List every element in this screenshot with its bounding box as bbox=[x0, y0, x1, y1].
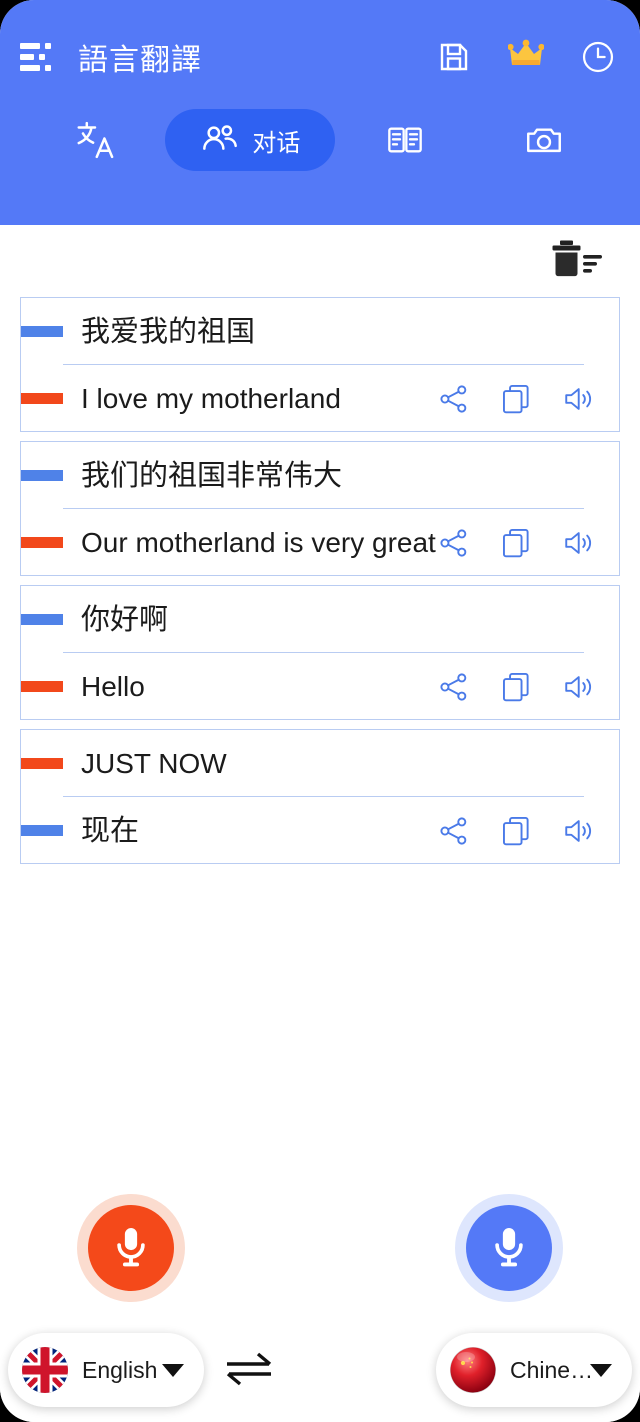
tab-conversation-label: 对话 bbox=[252, 129, 301, 157]
language-swatch-target bbox=[21, 757, 63, 769]
card-text-bottom: 现在 bbox=[81, 812, 140, 847]
language-selector-row: English Chine… bbox=[0, 1328, 640, 1412]
phone-screen: 語言翻譯 对话 我爱我的祖国 I love my motherland 我们的祖… bbox=[0, 0, 640, 1422]
target-language-label: Chine… bbox=[510, 1356, 590, 1383]
flag-uk-icon bbox=[22, 1347, 68, 1393]
app-header: 語言翻譯 对话 bbox=[0, 0, 640, 225]
speaker-icon[interactable] bbox=[561, 670, 597, 709]
language-swatch-target bbox=[21, 392, 63, 404]
language-swatch-source bbox=[21, 613, 63, 625]
speaker-icon[interactable] bbox=[561, 814, 597, 853]
tab-dictionary[interactable] bbox=[335, 109, 474, 171]
conversation-card[interactable]: JUST NOW 现在 bbox=[20, 729, 620, 864]
conversation-list: 我爱我的祖国 I love my motherland 我们的祖国非常伟大 Ou… bbox=[0, 297, 640, 864]
card-line-bottom: Hello bbox=[21, 653, 619, 719]
card-actions bbox=[437, 814, 597, 853]
trash-icon[interactable] bbox=[550, 237, 604, 286]
conversation-card[interactable]: 你好啊 Hello bbox=[20, 585, 620, 720]
share-icon[interactable] bbox=[437, 526, 471, 565]
language-swatch-target bbox=[21, 536, 63, 548]
card-text-bottom: I love my motherland bbox=[81, 382, 341, 414]
card-line-top: 你好啊 bbox=[21, 586, 619, 652]
card-line-top: 我们的祖国非常伟大 bbox=[21, 442, 619, 508]
crown-icon[interactable] bbox=[507, 39, 545, 75]
page-title: 語言翻譯 bbox=[78, 44, 202, 77]
speaker-icon[interactable] bbox=[561, 382, 597, 421]
share-icon[interactable] bbox=[437, 814, 471, 853]
header-actions bbox=[436, 39, 616, 75]
chevron-down-icon[interactable] bbox=[590, 1363, 612, 1377]
swap-languages-icon[interactable] bbox=[204, 1350, 294, 1390]
speaker-icon[interactable] bbox=[561, 526, 597, 565]
card-text-bottom: Our motherland is very great bbox=[81, 526, 436, 558]
share-icon[interactable] bbox=[437, 382, 471, 421]
card-actions bbox=[437, 526, 597, 565]
copy-icon[interactable] bbox=[499, 526, 533, 565]
language-swatch-target bbox=[21, 680, 63, 692]
card-line-top: JUST NOW bbox=[21, 730, 619, 796]
copy-icon[interactable] bbox=[499, 670, 533, 709]
tab-conversation[interactable]: 对话 bbox=[165, 109, 336, 171]
chevron-down-icon[interactable] bbox=[162, 1363, 184, 1377]
save-icon[interactable] bbox=[436, 39, 472, 75]
target-language-selector[interactable]: Chine… bbox=[436, 1333, 632, 1407]
card-text-bottom: Hello bbox=[81, 670, 145, 702]
language-swatch-source bbox=[21, 469, 63, 481]
card-line-top: 我爱我的祖国 bbox=[21, 298, 619, 364]
share-icon[interactable] bbox=[437, 670, 471, 709]
card-text-top: 我们的祖国非常伟大 bbox=[81, 457, 343, 492]
header-top-bar: 語言翻譯 bbox=[0, 18, 640, 96]
hamburger-menu-icon[interactable] bbox=[20, 43, 54, 71]
card-line-bottom: 现在 bbox=[21, 797, 619, 863]
conversation-card[interactable]: 我爱我的祖国 I love my motherland bbox=[20, 297, 620, 432]
card-line-bottom: I love my motherland bbox=[21, 365, 619, 431]
language-swatch-source bbox=[21, 325, 63, 337]
bottom-controls: English Chine… bbox=[0, 1197, 640, 1422]
card-text-top: JUST NOW bbox=[81, 747, 227, 779]
card-actions bbox=[437, 670, 597, 709]
card-actions bbox=[437, 382, 597, 421]
source-language-label: English bbox=[82, 1356, 158, 1383]
card-text-top: 你好啊 bbox=[81, 601, 169, 636]
mic-button-english[interactable] bbox=[88, 1205, 174, 1291]
conversation-card[interactable]: 我们的祖国非常伟大 Our motherland is very great bbox=[20, 441, 620, 576]
toolbar bbox=[0, 225, 640, 297]
card-line-bottom: Our motherland is very great bbox=[21, 509, 619, 575]
language-swatch-source bbox=[21, 824, 63, 836]
clock-icon[interactable] bbox=[580, 39, 616, 75]
tab-bar: 对话 bbox=[0, 96, 640, 184]
source-language-selector[interactable]: English bbox=[8, 1333, 204, 1407]
card-text-top: 我爱我的祖国 bbox=[81, 313, 256, 348]
tab-camera[interactable] bbox=[475, 109, 614, 171]
copy-icon[interactable] bbox=[499, 814, 533, 853]
flag-china-icon bbox=[450, 1347, 496, 1393]
mic-row bbox=[0, 1197, 640, 1317]
copy-icon[interactable] bbox=[499, 382, 533, 421]
tab-translate[interactable] bbox=[26, 109, 165, 171]
conversation-body: 我爱我的祖国 I love my motherland 我们的祖国非常伟大 Ou… bbox=[0, 225, 640, 1422]
mic-button-chinese[interactable] bbox=[466, 1205, 552, 1291]
